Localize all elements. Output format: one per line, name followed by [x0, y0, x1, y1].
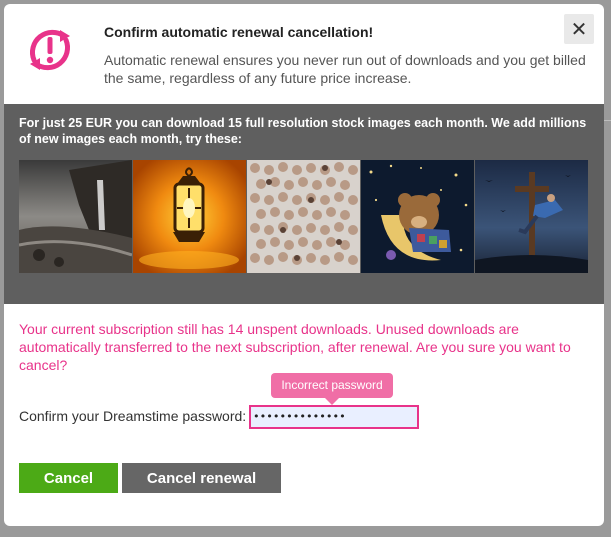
teddy-bear-moon-image[interactable] — [361, 160, 474, 273]
coastal-waterfall-image[interactable] — [19, 160, 132, 273]
unspent-downloads-warning: Your current subscription still has 14 u… — [19, 321, 571, 373]
password-label: Confirm your Dreamstime password: — [19, 408, 247, 424]
tooltip-arrow — [325, 398, 339, 405]
backdrop-page — [604, 120, 611, 121]
promo-text: For just 25 EUR you can download 15 full… — [19, 116, 587, 146]
glowing-lantern-image[interactable] — [133, 160, 246, 273]
refresh-alert-icon — [29, 29, 71, 71]
cancel-button[interactable]: Cancel — [19, 463, 118, 493]
dialog-title: Confirm automatic renewal cancellation! — [104, 24, 374, 40]
renewal-cancel-dialog: Confirm automatic renewal cancellation! … — [4, 4, 604, 526]
password-error-tooltip: Incorrect password — [271, 373, 393, 398]
close-button[interactable]: ✕ — [564, 14, 594, 44]
password-input[interactable]: •••••••••••••• — [249, 405, 419, 429]
surreal-cross-figure-image[interactable] — [475, 160, 588, 273]
cancel-renewal-button[interactable]: Cancel renewal — [122, 463, 281, 493]
faces-collage-image[interactable] — [247, 160, 360, 273]
promo-section: For just 25 EUR you can download 15 full… — [4, 104, 604, 304]
close-icon: ✕ — [570, 18, 588, 41]
dialog-description: Automatic renewal ensures you never run … — [104, 52, 586, 86]
